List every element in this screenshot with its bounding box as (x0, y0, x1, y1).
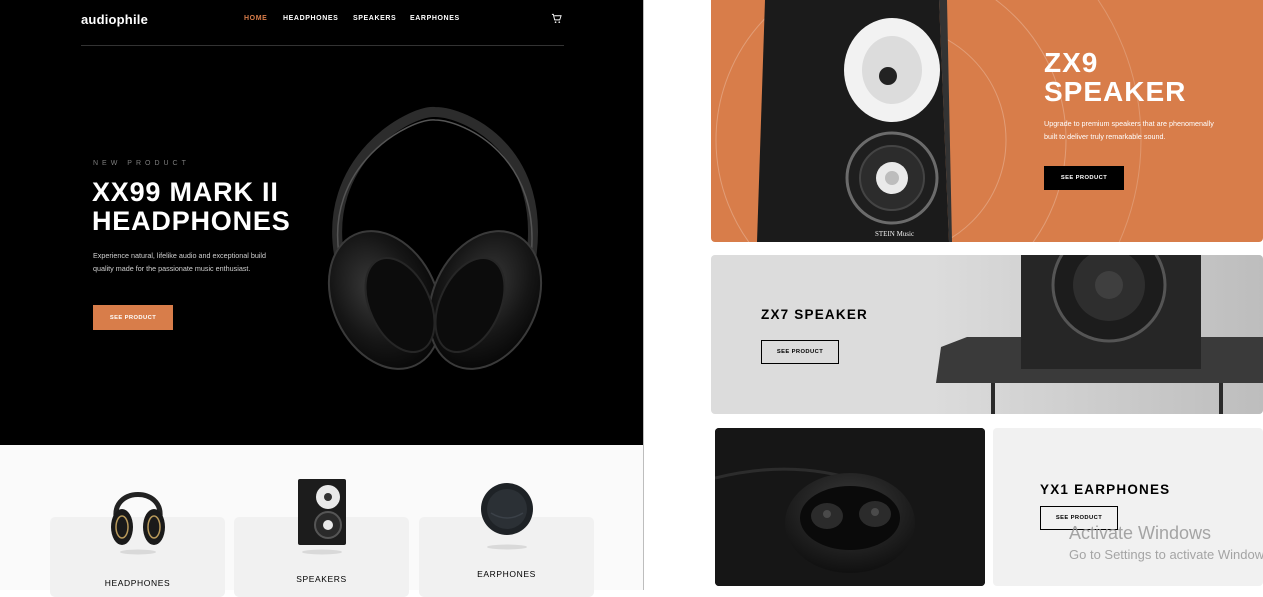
category-card-speakers[interactable]: SPEAKERS (234, 479, 409, 597)
hero-overline: NEW PRODUCT (93, 160, 190, 167)
headphones-thumbnail (111, 492, 165, 555)
zx7-promo-card: ZX7 SPEAKER SEE PRODUCT (711, 255, 1263, 414)
activate-windows-watermark-subtitle: Go to Settings to activate Windows. (1069, 547, 1263, 562)
category-label-speakers: SPEAKERS (296, 574, 347, 584)
activate-windows-watermark-title: Activate Windows (1069, 523, 1212, 543)
zx7-speaker-image (931, 255, 1263, 414)
nav-earphones[interactable]: EARPHONES (410, 15, 460, 22)
zx9-see-product-button[interactable]: SEE PRODUCT (1044, 166, 1124, 190)
earphones-thumbnail (481, 483, 533, 550)
zx7-see-product-button[interactable]: SEE PRODUCT (761, 340, 839, 364)
zx9-promo-card: STEIN Music ZX9 SPEAKER Upgrade to premi… (711, 0, 1263, 242)
hero-description: Experience natural, lifelike audio and e… (93, 251, 267, 273)
nav-speakers[interactable]: SPEAKERS (353, 15, 396, 22)
category-label-headphones: HEADPHONES (104, 578, 171, 588)
hero-section: audiophile HOME HEADPHONES SPEAKERS EARP… (0, 0, 644, 445)
zx7-title: ZX7 SPEAKER (761, 307, 868, 322)
speaker-thumbnail (298, 479, 346, 555)
earphones-case-image (715, 428, 985, 586)
zx9-speaker-image: STEIN Music (757, 0, 952, 242)
hero-see-product-button[interactable]: SEE PRODUCT (93, 305, 173, 330)
cart-icon[interactable] (551, 13, 562, 24)
nav-headphones[interactable]: HEADPHONES (283, 15, 338, 22)
zx9-speaker-brand: STEIN Music (875, 230, 914, 238)
headphones-image (327, 106, 543, 370)
yx1-promo-card: YX1 EARPHONES SEE PRODUCT (993, 428, 1263, 586)
panel-divider (643, 0, 644, 590)
category-label-earphones: EARPHONES (477, 569, 536, 579)
yx1-title: YX1 EARPHONES (1040, 482, 1171, 497)
nav-home[interactable]: HOME (244, 15, 267, 22)
brand-logo[interactable]: audiophile (81, 12, 148, 27)
category-card-earphones[interactable]: EARPHONES (419, 483, 594, 597)
zx9-title-line2: SPEAKER (1044, 76, 1187, 107)
zx9-title: ZX9 SPEAKER (1044, 48, 1186, 106)
zx9-title-line1: ZX9 (1044, 47, 1099, 78)
yx1-image-card (715, 428, 985, 586)
header-divider (81, 45, 564, 46)
home-page-left: audiophile HOME HEADPHONES SPEAKERS EARP… (0, 0, 644, 597)
category-card-headphones[interactable]: HEADPHONES (50, 492, 225, 597)
zx9-description: Upgrade to premium speakers that are phe… (1044, 119, 1214, 141)
